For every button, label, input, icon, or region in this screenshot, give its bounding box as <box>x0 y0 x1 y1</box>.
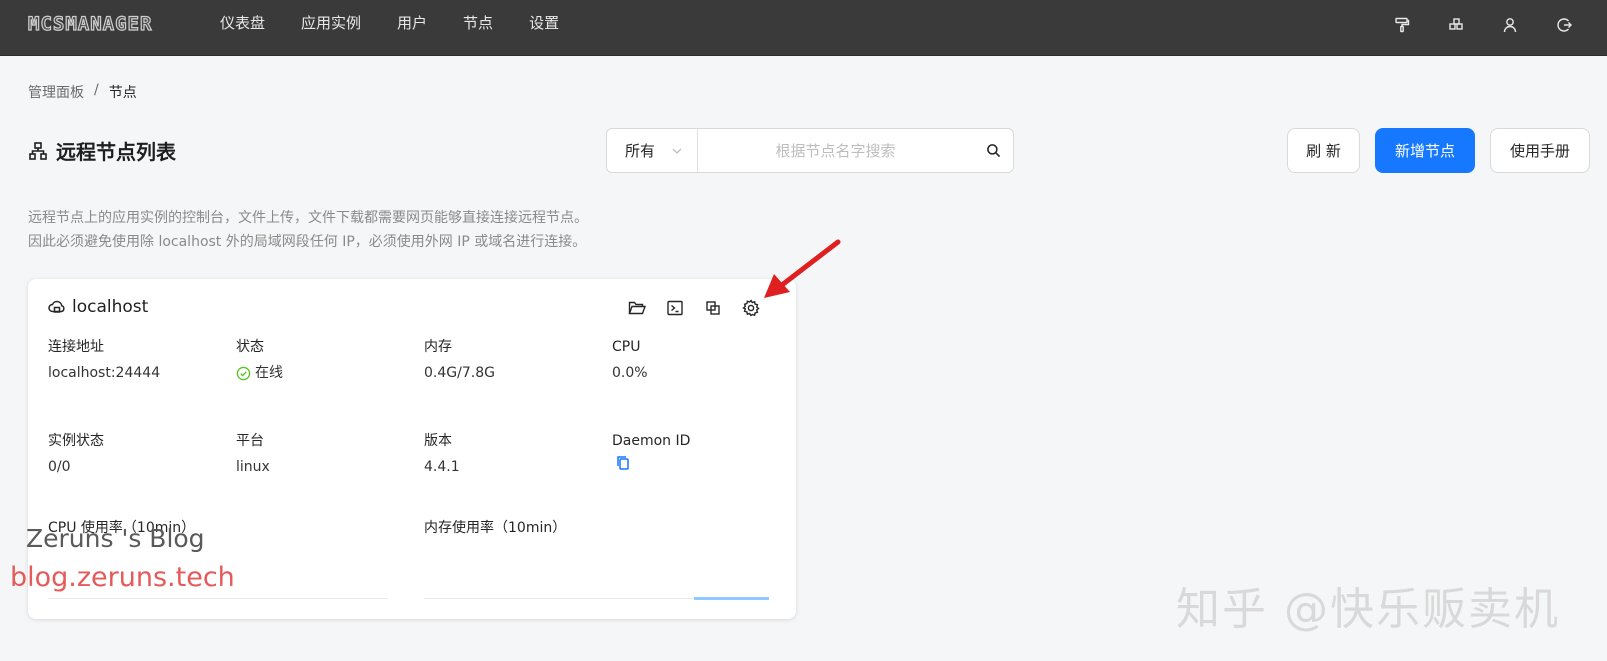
breadcrumb-current: 节点 <box>108 85 137 101</box>
annotation-arrow <box>764 239 841 298</box>
chevron-down-icon <box>672 148 682 154</box>
platform-label: 平台 <box>236 433 264 449</box>
nav-settings[interactable]: 设置 <box>529 0 559 56</box>
copy-icon[interactable] <box>616 455 631 471</box>
notice-line-1: 远程节点上的应用实例的控制台，文件上传，文件下载都需要网页能够直接连接远程节点。 <box>28 210 588 226</box>
logout-icon[interactable] <box>1553 14 1575 36</box>
cloud-server-icon <box>48 300 65 313</box>
field-address: 连接地址 localhost:24444 <box>48 335 160 385</box>
field-status: 状态 在线 <box>236 335 283 385</box>
cpu-value: 0.0% <box>612 365 648 381</box>
version-value: 4.4.1 <box>424 459 460 475</box>
notice-line-2: 因此必须避免使用除 localhost 外的局域网段任何 IP，必须使用外网 I… <box>28 234 587 250</box>
address-label: 连接地址 <box>48 339 104 355</box>
blog-url-watermark: blog.zeruns.tech <box>10 562 235 593</box>
connection-notice: 远程节点上的应用实例的控制台，文件上传，文件下载都需要网页能够直接连接远程节点。… <box>28 206 588 254</box>
breadcrumb-separator: / <box>94 82 99 98</box>
status-value: 在线 <box>236 361 283 385</box>
field-platform: 平台 linux <box>236 429 270 479</box>
memory-usage-chart <box>424 579 769 600</box>
settings-gear-icon[interactable] <box>742 299 760 317</box>
field-cpu: CPU 0.0% <box>612 335 648 385</box>
terminal-icon[interactable] <box>666 299 684 317</box>
breadcrumb: 管理面板 / 节点 <box>28 82 137 102</box>
memory-usage-fill <box>694 597 769 600</box>
nav-users[interactable]: 用户 <box>397 0 427 56</box>
refresh-button[interactable]: 刷 新 <box>1287 128 1360 173</box>
folder-icon[interactable] <box>628 299 646 317</box>
platform-value: linux <box>236 459 270 475</box>
paint-roller-icon[interactable] <box>1391 14 1413 36</box>
instances-value: 0/0 <box>48 459 71 475</box>
memory-label: 内存 <box>424 339 452 355</box>
nav-dashboard[interactable]: 仪表盘 <box>220 0 265 56</box>
node-card-header: localhost <box>48 297 148 317</box>
cpu-label: CPU <box>612 339 641 355</box>
field-memory: 内存 0.4G/7.8G <box>424 335 495 385</box>
check-circle-icon <box>236 366 251 380</box>
status-label: 状态 <box>236 339 264 355</box>
nav-instances[interactable]: 应用实例 <box>301 0 361 56</box>
app-logo[interactable]: MCSMANAGER <box>27 12 152 35</box>
user-icon[interactable] <box>1499 14 1521 36</box>
nav-nodes[interactable]: 节点 <box>463 0 493 56</box>
status-filter-select[interactable]: 所有 <box>607 129 698 172</box>
address-value: localhost:24444 <box>48 365 161 381</box>
node-search-group: 所有 <box>606 128 1014 173</box>
add-node-button[interactable]: 新增节点 <box>1375 128 1475 173</box>
topbar-actions <box>1391 14 1575 36</box>
node-name: localhost <box>72 297 149 317</box>
page-header: 远程节点列表 <box>28 136 176 165</box>
zhihu-watermark: 知乎 @快乐贩卖机 <box>1176 584 1560 635</box>
status-text: 在线 <box>255 365 283 381</box>
status-filter-value: 所有 <box>625 142 656 160</box>
daemon-id-copy[interactable] <box>612 455 690 479</box>
search-icon <box>986 144 1000 158</box>
field-instances: 实例状态 0/0 <box>48 429 104 479</box>
breadcrumb-root[interactable]: 管理面板 <box>28 82 84 102</box>
cluster-icon <box>29 141 47 160</box>
daemon-id-label: Daemon ID <box>612 433 691 449</box>
top-navbar: MCSMANAGER 仪表盘 应用实例 用户 节点 设置 <box>0 0 1607 56</box>
blog-name-watermark: Zeruns 's Blog <box>26 524 205 553</box>
instances-label: 实例状态 <box>48 433 104 449</box>
field-version: 版本 4.4.1 <box>424 429 460 479</box>
copy-blocks-icon[interactable] <box>704 299 722 317</box>
search-button[interactable] <box>973 129 1013 172</box>
memory-chart-title: 内存使用率（10min） <box>424 520 567 536</box>
node-card-actions <box>628 299 760 317</box>
layout-icon[interactable] <box>1445 14 1467 36</box>
manual-button[interactable]: 使用手册 <box>1490 128 1590 173</box>
page-title: 远程节点列表 <box>56 140 176 164</box>
node-search-input[interactable] <box>698 129 973 172</box>
version-label: 版本 <box>424 433 452 449</box>
field-daemon-id: Daemon ID <box>612 429 690 479</box>
memory-value: 0.4G/7.8G <box>424 365 495 381</box>
main-nav: 仪表盘 应用实例 用户 节点 设置 <box>220 0 595 56</box>
